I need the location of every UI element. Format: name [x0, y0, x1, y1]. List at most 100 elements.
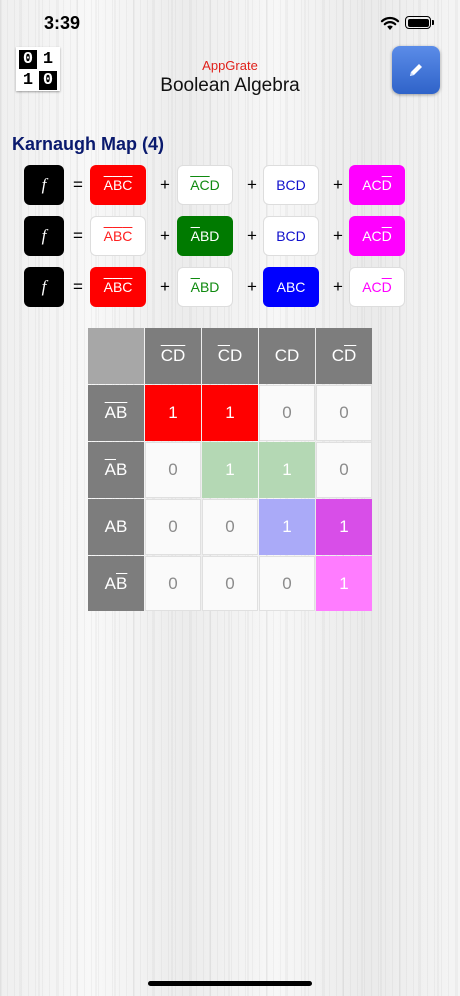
kmap-cell[interactable]: 1	[316, 499, 372, 555]
term-letter: B	[116, 403, 128, 422]
function-button[interactable]: f	[24, 165, 64, 205]
expression-row: f = A B C + A C D + B C D + A C D	[0, 165, 460, 207]
term-letter: C	[371, 228, 382, 244]
term-button[interactable]: ABC	[90, 165, 146, 205]
term-letter: B	[116, 460, 128, 479]
equals-sign: =	[73, 226, 83, 245]
term-letter: D	[295, 228, 306, 244]
term-letter: D	[209, 177, 220, 193]
kmap-cell[interactable]: 1	[316, 556, 372, 611]
term-letter: A	[362, 228, 372, 244]
kmap-cell[interactable]: 0	[316, 442, 372, 498]
term-letter: A	[104, 517, 116, 536]
wifi-icon	[380, 16, 400, 30]
term-button[interactable]: ACD	[349, 165, 405, 205]
term-letter: C	[122, 177, 133, 193]
term-letter: D	[230, 346, 243, 365]
brand-label: AppGrate	[202, 58, 258, 73]
term-button[interactable]: ACD	[349, 216, 405, 256]
term-letter: B	[112, 228, 123, 244]
term-letter: C	[371, 177, 382, 193]
term-letter: A	[104, 460, 116, 479]
kmap-cell[interactable]: 0	[145, 499, 201, 555]
kmap-row-header: AB	[88, 442, 144, 498]
term-button[interactable]: ACD	[349, 267, 405, 307]
term-letter: D	[344, 346, 357, 365]
equals-sign: =	[73, 175, 83, 194]
kmap-cell[interactable]: 1	[259, 442, 315, 498]
kmap-cell[interactable]: 1	[259, 499, 315, 555]
expression-row: f = A B C + A B D + A B C + A C D	[0, 267, 460, 309]
home-indicator[interactable]	[148, 981, 312, 986]
page-title: Boolean Algebra	[160, 75, 300, 96]
term-letter: D	[295, 177, 306, 193]
term-letter: C	[274, 346, 287, 365]
edit-button[interactable]	[392, 46, 440, 94]
kmap-cell[interactable]: 1	[202, 442, 258, 498]
kmap-cell[interactable]: 0	[202, 499, 258, 555]
term-button[interactable]: BCD	[263, 165, 319, 205]
kmap-row-header: AB	[88, 385, 144, 441]
kmap-cell[interactable]: 1	[145, 385, 201, 441]
term-letter: B	[112, 177, 123, 193]
kmap-cell[interactable]: 0	[145, 556, 201, 611]
term-button[interactable]: ABC	[90, 267, 146, 307]
term-letter: B	[199, 279, 210, 295]
kmap-column-header: CD	[259, 328, 315, 384]
term-letter: C	[331, 346, 344, 365]
plus-sign: +	[160, 175, 170, 194]
term-letter: D	[209, 228, 220, 244]
kmap-cell[interactable]: 1	[202, 385, 258, 441]
term-letter: A	[190, 228, 200, 244]
kmap-cell[interactable]: 0	[145, 442, 201, 498]
plus-sign: +	[247, 277, 257, 296]
plus-sign: +	[247, 226, 257, 245]
kmap-cell[interactable]: 0	[259, 385, 315, 441]
plus-sign: +	[333, 226, 343, 245]
plus-sign: +	[247, 175, 257, 194]
term-letter: A	[104, 573, 116, 593]
term-letter: D	[287, 346, 300, 365]
term-letter: D	[381, 279, 392, 295]
term-letter: B	[116, 573, 128, 593]
term-letter: A	[103, 228, 113, 244]
term-letter: C	[285, 228, 296, 244]
kmap-column-header: CD	[202, 328, 258, 384]
term-letter: C	[295, 279, 306, 295]
kmap-cell[interactable]: 0	[202, 556, 258, 611]
term-button[interactable]: ABD	[177, 216, 233, 256]
plus-sign: +	[160, 277, 170, 296]
term-letter: B	[112, 279, 123, 295]
term-button[interactable]: ABC	[90, 216, 146, 256]
term-letter: A	[103, 177, 113, 193]
term-letter: C	[371, 279, 382, 295]
term-button[interactable]: ACD	[177, 165, 233, 205]
kmap-corner	[88, 328, 144, 384]
term-button[interactable]: ABC	[263, 267, 319, 307]
section-title: Karnaugh Map (4)	[12, 134, 165, 154]
function-button[interactable]: f	[24, 267, 64, 307]
term-letter: D	[173, 346, 186, 365]
term-button[interactable]: BCD	[263, 216, 319, 256]
pencil-icon	[410, 64, 422, 76]
karnaugh-map: CDCDCDCDABABABAB1100011000110001	[88, 328, 372, 611]
term-letter: B	[199, 228, 210, 244]
expression-row: f = A B C + A B D + B C D + A C D	[0, 216, 460, 258]
term-letter: B	[276, 177, 286, 193]
battery-icon	[405, 16, 434, 29]
term-letter: A	[104, 403, 116, 422]
term-letter: B	[276, 228, 286, 244]
kmap-cell[interactable]: 0	[259, 556, 315, 611]
term-letter: D	[381, 228, 392, 244]
plus-sign: +	[333, 175, 343, 194]
term-letter: A	[362, 279, 372, 295]
kmap-row-header: AB	[88, 556, 144, 611]
term-button[interactable]: ABD	[177, 267, 233, 307]
function-button[interactable]: f	[24, 216, 64, 256]
term-letter: A	[190, 177, 200, 193]
term-letter: D	[209, 279, 220, 295]
term-letter: A	[190, 279, 200, 295]
term-letter: C	[160, 346, 173, 365]
kmap-cell[interactable]: 0	[316, 385, 372, 441]
kmap-column-header: CD	[316, 328, 372, 384]
